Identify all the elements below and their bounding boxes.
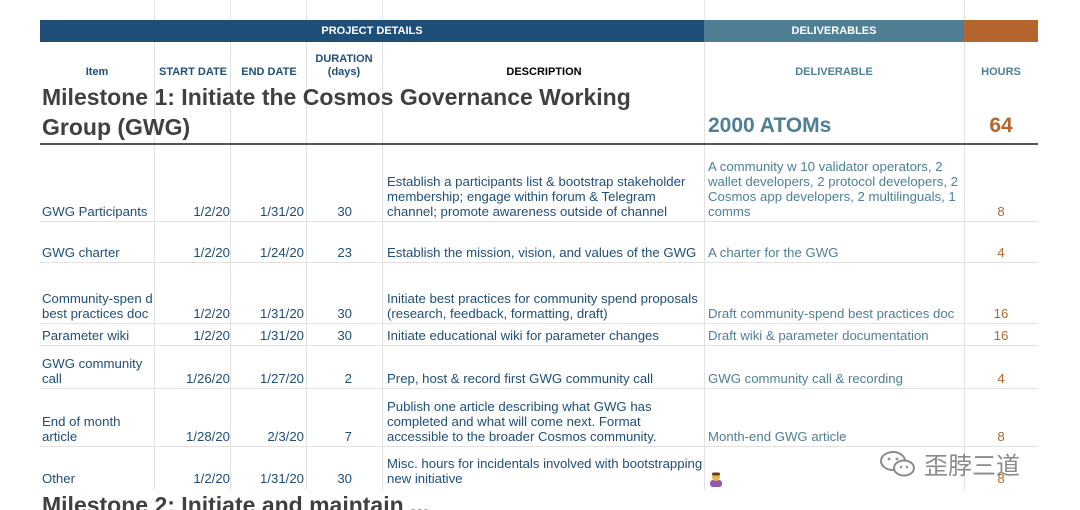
row-deliverable: Draft community-spend best practices doc bbox=[708, 306, 955, 321]
person-emoji-icon bbox=[710, 472, 722, 487]
row-end-date: 1/31/20 bbox=[260, 306, 304, 321]
row-description: Initiate best practices for community sp… bbox=[387, 291, 698, 321]
table-row[interactable]: GWG Participants 1/2/20 1/31/20 30 Estab… bbox=[40, 145, 1038, 222]
row-deliverable: GWG community call & recording bbox=[708, 371, 903, 386]
row-deliverable: Month-end GWG article bbox=[708, 429, 847, 444]
watermark: 歪脖三道 bbox=[878, 446, 1020, 481]
wechat-logo-icon bbox=[880, 450, 915, 476]
header-hours: HOURS bbox=[981, 66, 1021, 78]
row-item: GWG Participants bbox=[42, 204, 148, 219]
row-item: GWG community call bbox=[42, 356, 143, 386]
milestone-hours: 64 bbox=[989, 114, 1013, 137]
row-deliverable: Draft wiki & parameter documentation bbox=[708, 328, 929, 343]
deliverables-band: DELIVERABLES bbox=[704, 20, 964, 42]
row-item: Other bbox=[42, 471, 75, 486]
row-hours: 8 bbox=[997, 429, 1005, 444]
row-end-date: 1/31/20 bbox=[260, 204, 304, 219]
table-row[interactable]: GWG charter 1/2/20 1/24/20 23 Establish … bbox=[40, 222, 1038, 263]
header-item: Item bbox=[85, 66, 109, 78]
row-hours: 8 bbox=[997, 204, 1005, 219]
header-description: DESCRIPTION bbox=[506, 66, 582, 78]
milestone-title: Milestone 1: Initiate the Cosmos Governa… bbox=[42, 84, 631, 140]
row-end-date: 1/24/20 bbox=[260, 245, 304, 260]
row-duration: 7 bbox=[344, 429, 352, 444]
row-deliverable: A charter for the GWG bbox=[708, 245, 839, 260]
row-duration: 2 bbox=[344, 371, 352, 386]
row-item: End of month article bbox=[42, 414, 121, 444]
row-duration: 23 bbox=[337, 245, 352, 260]
row-end-date: 1/31/20 bbox=[260, 471, 304, 486]
row-item: Community-spen d best practices doc bbox=[42, 291, 153, 321]
row-duration: 30 bbox=[337, 306, 352, 321]
row-start-date: 1/28/20 bbox=[186, 429, 230, 444]
row-hours: 16 bbox=[993, 306, 1009, 321]
top-gridlines bbox=[40, 0, 1038, 20]
milestone-atoms: 2000 ATOMs bbox=[708, 114, 832, 137]
row-description: Initiate educational wiki for parameter … bbox=[387, 328, 659, 343]
hours-band bbox=[964, 20, 1038, 42]
row-description: Misc. hours for incidentals involved wit… bbox=[387, 456, 703, 486]
watermark-text: 歪脖三道 bbox=[924, 453, 1020, 480]
row-end-date: 1/31/20 bbox=[260, 328, 304, 343]
table-row[interactable]: End of month article 1/28/20 2/3/20 7 Pu… bbox=[40, 389, 1038, 447]
row-duration: 30 bbox=[337, 328, 352, 343]
table-row[interactable]: GWG community call 1/26/20 1/27/20 2 Pre… bbox=[40, 346, 1038, 389]
header-duration: DURATION (days) bbox=[315, 53, 373, 78]
next-milestone-text: Milestone 2: Initiate and maintain ... bbox=[42, 492, 430, 510]
row-start-date: 1/2/20 bbox=[193, 245, 230, 260]
row-duration: 30 bbox=[337, 204, 352, 219]
row-description: Prep, host & record first GWG community … bbox=[387, 371, 654, 386]
row-end-date: 2/3/20 bbox=[267, 429, 304, 444]
row-start-date: 1/2/20 bbox=[193, 328, 230, 343]
next-milestone-partial: Milestone 2: Initiate and maintain ... bbox=[40, 490, 429, 510]
row-item: GWG charter bbox=[42, 245, 120, 260]
row-start-date: 1/26/20 bbox=[186, 371, 230, 386]
row-description: Establish a participants list & bootstra… bbox=[387, 174, 686, 219]
row-start-date: 1/2/20 bbox=[193, 471, 230, 486]
row-start-date: 1/2/20 bbox=[193, 306, 230, 321]
header-start-date: START DATE bbox=[158, 66, 228, 78]
project-details-band: PROJECT DETAILS bbox=[40, 20, 704, 42]
table-row[interactable]: Parameter wiki 1/2/20 1/31/20 30 Initiat… bbox=[40, 324, 1038, 346]
row-hours: 4 bbox=[997, 245, 1005, 260]
table-row[interactable]: Community-spen d best practices doc 1/2/… bbox=[40, 263, 1038, 324]
header-deliverable: DELIVERABLE bbox=[795, 66, 873, 78]
row-item: Parameter wiki bbox=[42, 328, 130, 343]
row-deliverable: A community w 10 validator operators, 2 … bbox=[708, 159, 958, 219]
row-hours: 16 bbox=[993, 328, 1009, 343]
row-duration: 30 bbox=[337, 471, 352, 486]
row-description: Establish the mission, vision, and value… bbox=[387, 245, 697, 260]
header-end-date: END DATE bbox=[241, 66, 297, 78]
row-description: Publish one article describing what GWG … bbox=[387, 399, 657, 444]
row-end-date: 1/27/20 bbox=[260, 371, 304, 386]
row-start-date: 1/2/20 bbox=[193, 204, 230, 219]
row-hours: 4 bbox=[997, 371, 1005, 386]
